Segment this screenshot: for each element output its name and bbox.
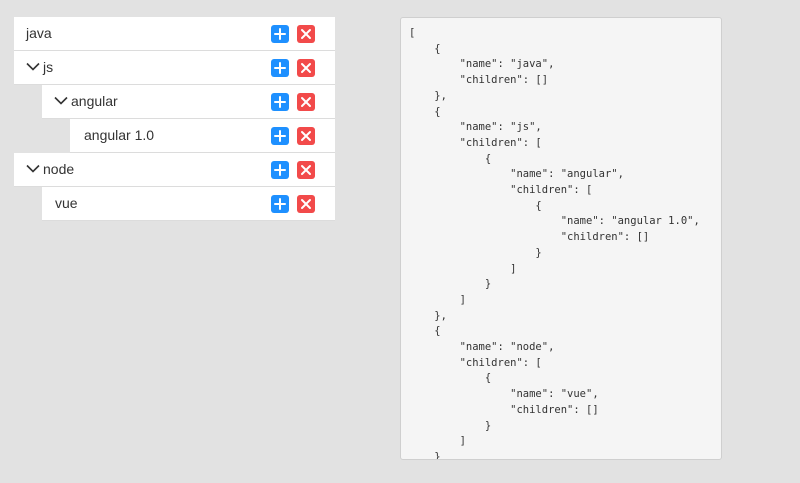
json-output-panel: [ { "name": "java", "children": [] }, { …	[400, 17, 722, 460]
tree-node-label: js	[43, 59, 54, 75]
delete-node-button[interactable]	[297, 127, 315, 145]
tree-node-vue[interactable]: vue	[42, 187, 335, 221]
close-icon	[301, 29, 311, 39]
add-child-button[interactable]	[271, 59, 289, 77]
delete-node-button[interactable]	[297, 195, 315, 213]
plus-icon	[274, 164, 286, 176]
chevron-down-icon[interactable]	[26, 163, 40, 175]
delete-node-button[interactable]	[297, 161, 315, 179]
plus-icon	[274, 130, 286, 142]
plus-icon	[274, 96, 286, 108]
add-child-button[interactable]	[271, 127, 289, 145]
add-child-button[interactable]	[271, 195, 289, 213]
add-child-button[interactable]	[271, 93, 289, 111]
tree-node-angular-1-0[interactable]: angular 1.0	[70, 119, 335, 153]
delete-node-button[interactable]	[297, 59, 315, 77]
plus-icon	[274, 62, 286, 74]
tree-node-node[interactable]: node	[14, 153, 335, 187]
close-icon	[301, 131, 311, 141]
close-icon	[301, 97, 311, 107]
json-output-text: [ { "name": "java", "children": [] }, { …	[409, 27, 700, 460]
tree-node-java[interactable]: java	[14, 17, 335, 51]
tree-node-label: java	[26, 25, 52, 41]
chevron-down-icon[interactable]	[54, 95, 68, 107]
tree-node-label: angular	[71, 93, 118, 109]
add-child-button[interactable]	[271, 25, 289, 43]
chevron-down-icon[interactable]	[26, 61, 40, 73]
tree-node-angular[interactable]: angular	[42, 85, 335, 119]
delete-node-button[interactable]	[297, 93, 315, 111]
tree-node-js[interactable]: js	[14, 51, 335, 85]
close-icon	[301, 199, 311, 209]
add-child-button[interactable]	[271, 161, 289, 179]
plus-icon	[274, 28, 286, 40]
delete-node-button[interactable]	[297, 25, 315, 43]
plus-icon	[274, 198, 286, 210]
tree-node-label: node	[43, 161, 75, 177]
close-icon	[301, 63, 311, 73]
tree-node-label: vue	[55, 195, 78, 211]
close-icon	[301, 165, 311, 175]
tree-view: java js angular angular 1.0 node vue	[14, 17, 335, 221]
tree-node-label: angular 1.0	[84, 127, 155, 143]
